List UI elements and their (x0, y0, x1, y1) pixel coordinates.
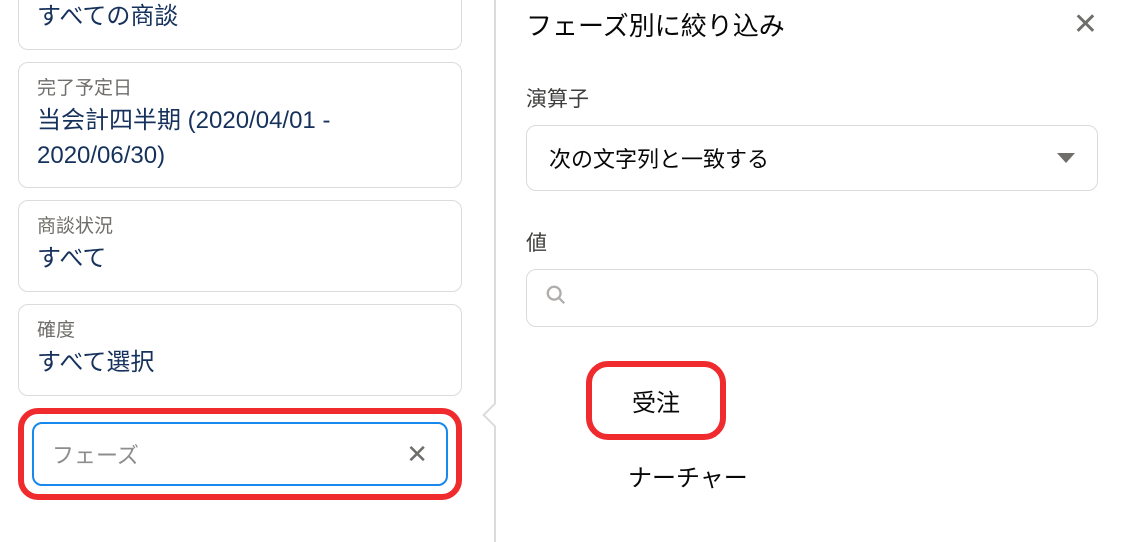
filter-value: すべて (37, 242, 443, 277)
value-label: 値 (526, 227, 1098, 257)
filter-card-opportunity-status[interactable]: 商談状況 すべて (18, 200, 462, 292)
option-list: 受注 ナーチャー (526, 361, 1098, 493)
clear-icon[interactable]: ✕ (406, 441, 428, 467)
phase-placeholder: フェーズ (52, 438, 139, 470)
chevron-down-icon (1057, 153, 1075, 163)
highlight-phase-filter: フェーズ ✕ (18, 408, 462, 500)
phase-filter-panel: フェーズ別に絞り込み ✕ 演算子 次の文字列と一致する 値 受注 ナーチャー (480, 0, 1124, 542)
search-icon (545, 284, 567, 312)
filter-label: 商談状況 (37, 211, 443, 238)
operator-select[interactable]: 次の文字列と一致する (526, 125, 1098, 191)
operator-label: 演算子 (526, 83, 1098, 113)
phase-filter-field[interactable]: フェーズ ✕ (32, 422, 448, 486)
highlight-option-received: 受注 (586, 361, 726, 440)
filter-label: 確度 (37, 315, 443, 342)
filter-card-close-date[interactable]: 完了予定日 当会計四半期 (2020/04/01 - 2020/06/30) (18, 62, 462, 189)
filter-value: 当会計四半期 (2020/04/01 - 2020/06/30) (37, 104, 443, 174)
filter-card-probability[interactable]: 確度 すべて選択 (18, 304, 462, 396)
filter-label: 完了予定日 (37, 73, 443, 100)
close-icon[interactable]: ✕ (1073, 10, 1098, 40)
filters-panel: すべての商談 完了予定日 当会計四半期 (2020/04/01 - 2020/0… (0, 0, 480, 542)
operator-value: 次の文字列と一致する (549, 142, 769, 174)
filter-value: すべて選択 (37, 346, 443, 381)
option-nurture[interactable]: ナーチャー (628, 465, 748, 492)
filter-value: すべての商談 (37, 0, 443, 35)
panel-header: フェーズ別に絞り込み ✕ (526, 6, 1098, 43)
option-received[interactable]: 受注 (632, 390, 680, 417)
panel-divider (494, 0, 496, 542)
panel-title: フェーズ別に絞り込み (526, 6, 785, 43)
value-search-input[interactable] (526, 269, 1098, 327)
filter-card-display[interactable]: すべての商談 (18, 0, 462, 50)
